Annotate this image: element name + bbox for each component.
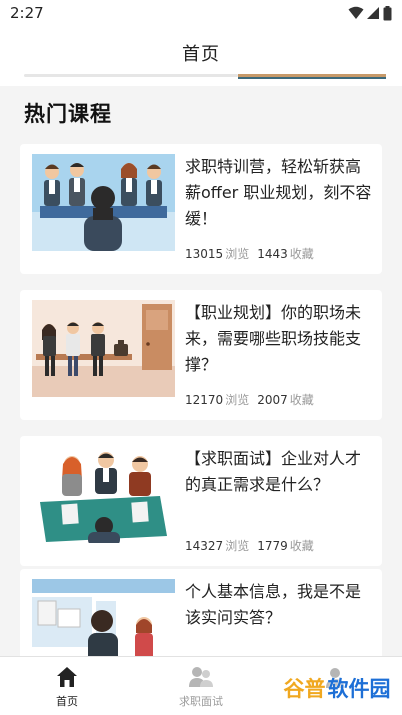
view-count: 12170 浏览 (185, 393, 250, 407)
tab-interview[interactable]: 求职面试 (134, 657, 268, 715)
status-time: 2:27 (10, 4, 44, 22)
tab-home[interactable]: 首页 (0, 657, 134, 715)
watermark-logo: 谷普 软件园 (278, 668, 396, 708)
favorite-count: 1779 收藏 (257, 539, 314, 553)
course-stats: 14327 浏览 1779 收藏 (185, 537, 314, 554)
course-card[interactable]: 【求职面试】企业对人才的真正需求是什么？ 14327 浏览 1779 收藏 (20, 436, 382, 566)
watermark-part-2: 软件园 (327, 677, 391, 701)
tab-label: 求职面试 (179, 695, 223, 708)
wifi-icon (348, 6, 364, 19)
course-title: 求职特训营，轻松斩获高薪offer 职业规划，刻不容缓！ (185, 157, 372, 228)
favorite-count: 1443 收藏 (257, 247, 314, 261)
view-count: 13015 浏览 (185, 247, 250, 261)
watermark-part-1: 谷普 (283, 677, 326, 701)
interview-icon (189, 667, 213, 687)
favorite-count: 2007 收藏 (257, 393, 314, 407)
course-title: 【职业规划】你的职场未来，需要哪些职场技能支撑？ (185, 303, 362, 374)
app-screen: 2:27 首页 热门课程 求职特训营，轻松斩获高薪offer 职业规划，刻不容缓… (0, 0, 402, 715)
hot-courses-section: 热门课程 求职特训营，轻松斩获高薪offer 职业规划，刻不容缓！ 13015 … (0, 86, 402, 656)
course-card[interactable]: 【职业规划】你的职场未来，需要哪些职场技能支撑？ 12170 浏览 2007 收藏 (20, 290, 382, 420)
course-stats: 13015 浏览 1443 收藏 (185, 245, 314, 262)
course-thumbnail (32, 579, 175, 656)
course-card[interactable]: 求职特训营，轻松斩获高薪offer 职业规划，刻不容缓！ 13015 浏览 144… (20, 144, 382, 274)
course-thumbnail (32, 446, 175, 543)
course-title: 个人基本信息，我是不是该实问实答？ (185, 582, 362, 627)
status-icons (348, 5, 392, 21)
tab-label: 首页 (56, 695, 78, 708)
course-title: 【求职面试】企业对人才的真正需求是什么？ (185, 449, 362, 494)
course-stats: 12170 浏览 2007 收藏 (185, 391, 314, 408)
course-card[interactable]: 个人基本信息，我是不是该实问实答？ 21497浏览 2098收藏 (20, 569, 382, 656)
course-thumbnail (32, 300, 175, 397)
view-count: 14327 浏览 (185, 539, 250, 553)
section-title: 热门课程 (24, 102, 112, 126)
header-accent-bar (238, 74, 386, 79)
app-header: 首页 (0, 26, 402, 86)
battery-icon (383, 5, 392, 20)
page-title: 首页 (182, 44, 220, 65)
status-bar: 2:27 (0, 0, 402, 26)
header-divider (24, 74, 238, 77)
home-icon (57, 667, 77, 687)
signal-icon (367, 7, 379, 19)
course-thumbnail (32, 154, 175, 251)
